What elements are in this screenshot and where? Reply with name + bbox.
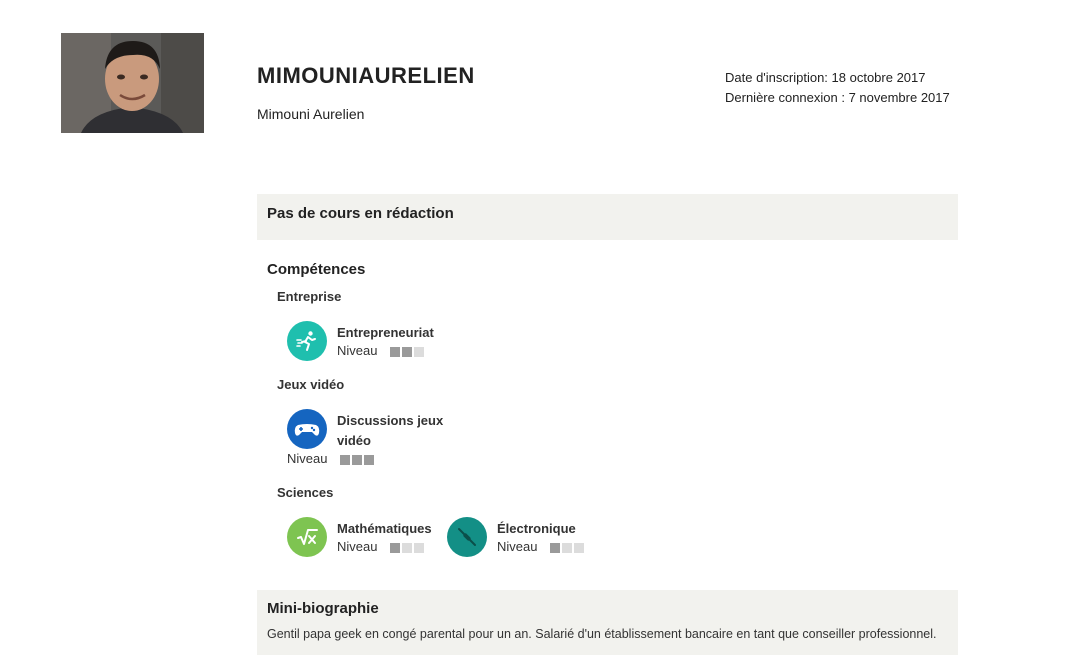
bio-panel: Mini-biographie Gentil papa geek en cong… xyxy=(257,590,958,655)
skill-level-label: Niveau xyxy=(337,539,378,554)
level-segment xyxy=(390,543,400,553)
skills-title: Compétences xyxy=(267,261,366,278)
category-jeux-video: Jeux vidéo xyxy=(277,377,345,392)
account-dates: Date d'inscription: 18 octobre 2017 Dern… xyxy=(725,68,950,108)
level-segment xyxy=(574,543,584,553)
skill-name[interactable]: Entrepreneuriat xyxy=(337,323,447,343)
skill-level-bars xyxy=(390,543,424,553)
level-segment xyxy=(340,455,350,465)
skill-mathematiques[interactable]: Mathématiques Niveau xyxy=(287,517,447,577)
full-name: Mimouni Aurelien xyxy=(257,106,365,122)
category-sciences: Sciences xyxy=(277,485,334,500)
drafts-panel: Pas de cours en rédaction xyxy=(257,194,958,240)
category-entreprise: Entreprise xyxy=(277,289,342,304)
gamepad-icon xyxy=(287,409,327,449)
runner-icon xyxy=(287,321,327,361)
skill-electronique[interactable]: Électronique Niveau xyxy=(447,517,607,577)
avatar xyxy=(61,33,204,133)
skill-level-label: Niveau xyxy=(497,539,538,554)
level-segment xyxy=(352,455,362,465)
resistor-icon xyxy=(447,517,487,557)
level-segment xyxy=(414,347,424,357)
last-login: Dernière connexion : 7 novembre 2017 xyxy=(725,90,950,105)
username: MIMOUNIAURELIEN xyxy=(257,63,475,88)
skill-level-bars xyxy=(550,543,584,553)
level-segment xyxy=(402,543,412,553)
level-segment xyxy=(402,347,412,357)
bio-title: Mini-biographie xyxy=(267,600,379,617)
skill-level-label: Niveau xyxy=(337,343,378,358)
skill-name[interactable]: Discussions jeux vidéo xyxy=(337,411,447,451)
skill-level-bars xyxy=(340,455,374,465)
level-segment xyxy=(364,455,374,465)
skill-level-bars xyxy=(390,347,424,357)
skill-entrepreneuriat[interactable]: Entrepreneuriat Niveau xyxy=(287,321,447,381)
avatar-photo xyxy=(61,33,204,133)
bio-text: Gentil papa geek en congé parental pour … xyxy=(267,627,937,641)
skill-name[interactable]: Mathématiques xyxy=(337,519,447,539)
level-segment xyxy=(562,543,572,553)
skill-level-label: Niveau xyxy=(287,451,328,466)
drafts-title: Pas de cours en rédaction xyxy=(267,205,454,222)
level-segment xyxy=(550,543,560,553)
level-segment xyxy=(414,543,424,553)
signup-date: Date d'inscription: 18 octobre 2017 xyxy=(725,70,926,85)
level-segment xyxy=(390,347,400,357)
skill-discussions-jeux-video[interactable]: Discussions jeux vidéo Niveau xyxy=(287,409,447,469)
square-root-icon xyxy=(287,517,327,557)
skill-name[interactable]: Électronique xyxy=(497,519,607,539)
